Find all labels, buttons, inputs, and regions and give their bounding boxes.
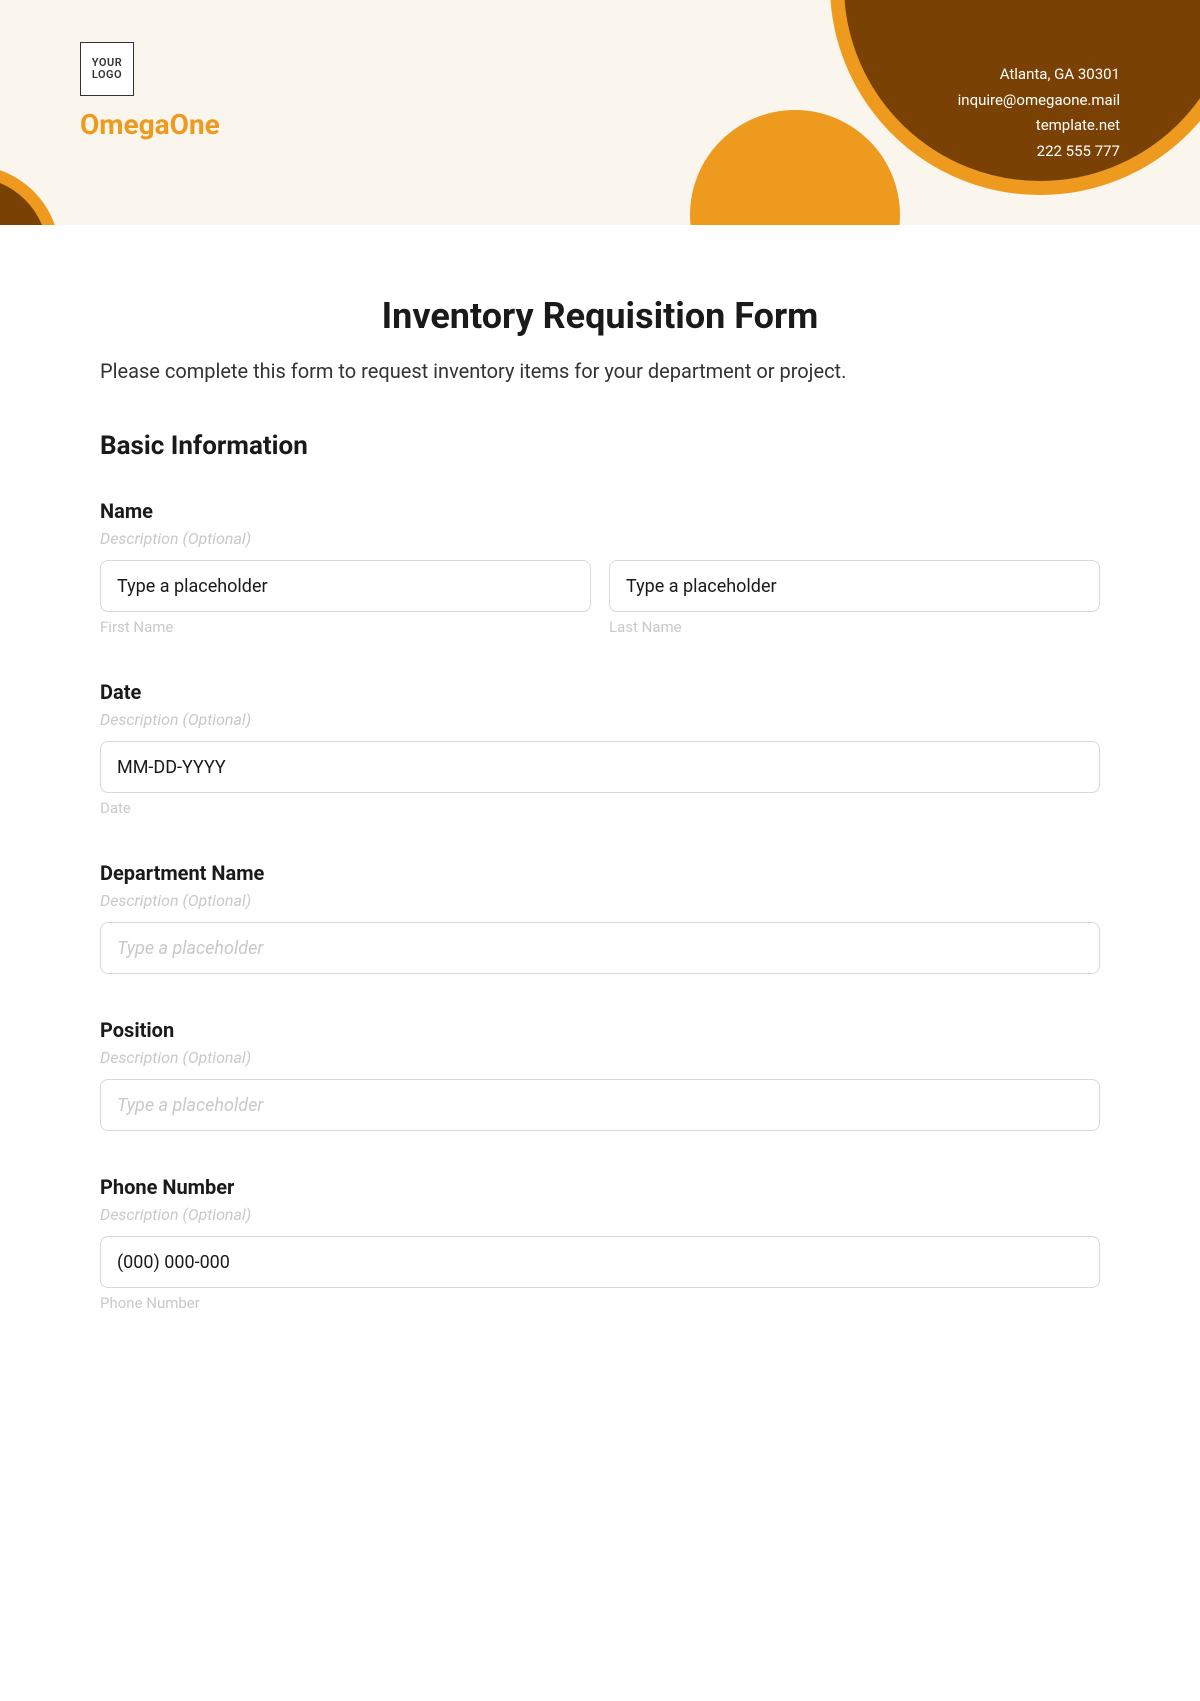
field-label-date: Date — [100, 680, 1100, 704]
first-name-sublabel: First Name — [100, 618, 591, 636]
first-name-col: First Name — [100, 560, 591, 636]
contact-email: inquire@omegaone.mail — [958, 88, 1120, 114]
field-group-name: Name Description (Optional) First Name L… — [100, 499, 1100, 636]
name-input-row: First Name Last Name — [100, 560, 1100, 636]
field-label-phone: Phone Number — [100, 1175, 1100, 1199]
logo-placeholder: YOUR LOGO — [80, 42, 134, 96]
field-label-position: Position — [100, 1018, 1100, 1042]
logo-block: YOUR LOGO OmegaOne — [80, 42, 220, 141]
contact-block: Atlanta, GA 30301 inquire@omegaone.mail … — [958, 62, 1120, 164]
field-label-department: Department Name — [100, 861, 1100, 885]
field-desc-phone: Description (Optional) — [100, 1205, 1100, 1224]
contact-address: Atlanta, GA 30301 — [958, 62, 1120, 88]
last-name-input[interactable] — [609, 560, 1100, 612]
field-group-position: Position Description (Optional) — [100, 1018, 1100, 1131]
contact-website: template.net — [958, 113, 1120, 139]
form-title: Inventory Requisition Form — [100, 295, 1100, 337]
field-label-name: Name — [100, 499, 1100, 523]
date-input[interactable] — [100, 741, 1100, 793]
logo-text: YOUR LOGO — [92, 57, 122, 81]
date-sublabel: Date — [100, 799, 1100, 817]
decorative-circle-left — [0, 165, 60, 225]
form-main: Inventory Requisition Form Please comple… — [0, 225, 1200, 1362]
field-desc-name: Description (Optional) — [100, 529, 1100, 548]
field-desc-date: Description (Optional) — [100, 710, 1100, 729]
phone-input[interactable] — [100, 1236, 1100, 1288]
last-name-col: Last Name — [609, 560, 1100, 636]
last-name-sublabel: Last Name — [609, 618, 1100, 636]
page-header: YOUR LOGO OmegaOne Atlanta, GA 30301 inq… — [0, 0, 1200, 225]
brand-name: OmegaOne — [80, 108, 220, 141]
section-heading-basic: Basic Information — [100, 431, 1100, 461]
field-desc-department: Description (Optional) — [100, 891, 1100, 910]
contact-phone: 222 555 777 — [958, 139, 1120, 165]
field-group-phone: Phone Number Description (Optional) Phon… — [100, 1175, 1100, 1312]
phone-sublabel: Phone Number — [100, 1294, 1100, 1312]
position-input[interactable] — [100, 1079, 1100, 1131]
department-input[interactable] — [100, 922, 1100, 974]
field-desc-position: Description (Optional) — [100, 1048, 1100, 1067]
field-group-department: Department Name Description (Optional) — [100, 861, 1100, 974]
form-subtitle: Please complete this form to request inv… — [100, 359, 1100, 383]
field-group-date: Date Description (Optional) Date — [100, 680, 1100, 817]
decorative-circle-small — [690, 110, 900, 225]
first-name-input[interactable] — [100, 560, 591, 612]
